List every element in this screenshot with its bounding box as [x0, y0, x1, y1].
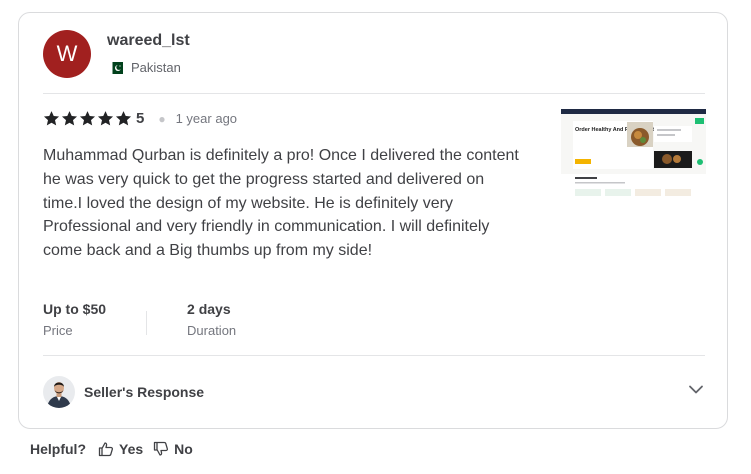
no-label: No: [174, 441, 193, 457]
price-label: Price: [43, 323, 73, 338]
helpful-label: Helpful?: [30, 441, 86, 457]
review-text: Muhammad Qurban is definitely a pro! Onc…: [43, 147, 519, 260]
thumbs-down-icon: [153, 441, 169, 456]
yes-label: Yes: [119, 441, 144, 457]
helpful-feedback: Helpful? Yes No: [30, 441, 203, 457]
pakistan-flag-icon: [109, 61, 123, 74]
reviewer-avatar[interactable]: W: [43, 30, 91, 78]
duration-value: 2 days: [187, 301, 231, 317]
duration-info: 2 days Duration: [187, 301, 236, 338]
divider: [43, 93, 705, 94]
meta-divider: [146, 310, 148, 335]
seller-response-toggle[interactable]: Seller's Response: [43, 376, 204, 408]
delivery-thumbnail[interactable]: Order Healthy And Fresh Food Any Time: [561, 109, 706, 199]
helpful-yes-button[interactable]: Yes: [98, 441, 143, 457]
price-value: Up to $50: [43, 301, 107, 317]
country-name: Pakistan: [131, 60, 181, 75]
star-icon: [115, 111, 132, 126]
star-icon: [79, 111, 96, 126]
star-icon: [61, 111, 78, 126]
avatar-letter: W: [56, 41, 78, 66]
seller-avatar: [43, 376, 75, 408]
divider: [43, 355, 705, 356]
rating-value: 5: [136, 110, 145, 127]
star-icon: [43, 111, 60, 126]
review-card: W wareed_lst Pakistan 5 ● 1 year ago Muh…: [18, 12, 728, 429]
separator-dot: ●: [158, 111, 166, 126]
price-info: Up to $50 Price: [43, 301, 106, 338]
seller-response-label: Seller's Response: [84, 384, 205, 400]
star-icon: [97, 111, 114, 126]
reviewer-country: Pakistan: [109, 60, 181, 75]
order-details: Up to $50 Price 2 days Duration: [43, 301, 236, 338]
star-rating: [43, 110, 132, 127]
chevron-down-icon[interactable]: [688, 381, 704, 397]
helpful-no-button[interactable]: No: [153, 441, 193, 457]
reviewer-username[interactable]: wareed_lst: [107, 32, 190, 50]
duration-label: Duration: [187, 323, 237, 338]
thumbs-up-icon: [98, 442, 114, 457]
review-date: 1 year ago: [175, 111, 238, 126]
rating-row: 5 ● 1 year ago: [43, 110, 237, 127]
